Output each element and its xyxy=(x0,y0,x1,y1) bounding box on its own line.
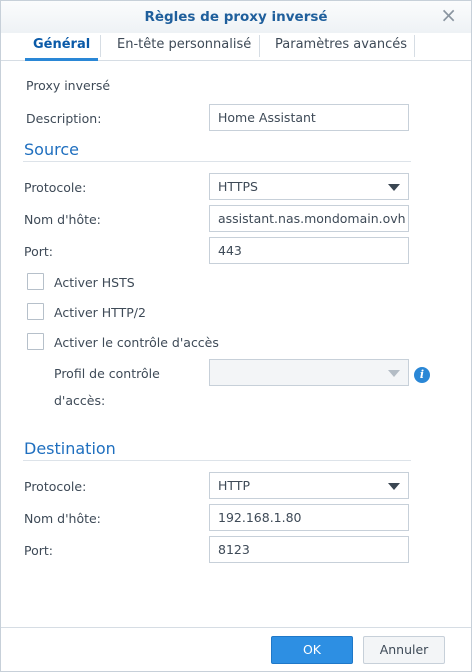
chevron-down-icon xyxy=(388,370,400,377)
source-port-label: Port: xyxy=(24,244,53,259)
source-port-field[interactable]: 443 xyxy=(209,237,409,264)
source-protocol-select[interactable]: HTTPS xyxy=(209,173,409,200)
tab-advanced-settings[interactable]: Paramètres avancés xyxy=(267,33,415,61)
tab-custom-header[interactable]: En-tête personnalisé xyxy=(109,33,259,61)
tab-separator xyxy=(259,35,260,57)
chevron-down-icon xyxy=(388,483,400,490)
tab-general[interactable]: Général xyxy=(25,33,99,61)
source-protocol-value: HTTPS xyxy=(218,179,258,194)
source-section-title: Source xyxy=(24,140,79,159)
destination-port-label: Port: xyxy=(24,543,53,558)
source-hostname-field[interactable]: assistant.nas.mondomain.ovh xyxy=(209,205,409,232)
description-label: Description: xyxy=(26,111,102,126)
reverse-proxy-dialog: Règles de proxy inversé × Général En-têt… xyxy=(0,0,472,672)
enable-access-control-checkbox[interactable] xyxy=(27,333,44,350)
destination-port-field[interactable]: 8123 xyxy=(209,536,409,563)
enable-http2-checkbox[interactable] xyxy=(27,303,44,320)
enable-hsts-label: Activer HSTS xyxy=(54,275,135,290)
destination-protocol-select[interactable]: HTTP xyxy=(209,472,409,499)
access-profile-select[interactable] xyxy=(209,359,409,386)
tab-separator xyxy=(414,35,415,57)
destination-hostname-label: Nom d'hôte: xyxy=(24,511,101,526)
ok-button[interactable]: OK xyxy=(271,636,353,664)
destination-protocol-value: HTTP xyxy=(218,478,250,493)
enable-http2-label: Activer HTTP/2 xyxy=(54,305,146,320)
info-icon[interactable]: i xyxy=(414,367,430,383)
source-hostname-label: Nom d'hôte: xyxy=(24,212,101,227)
destination-divider xyxy=(23,460,411,461)
source-protocol-label: Protocole: xyxy=(24,180,87,195)
tab-bar: Général En-tête personnalisé Paramètres … xyxy=(1,33,471,61)
access-profile-label: Profil de contrôle xyxy=(54,366,160,381)
enable-access-control-label: Activer le contrôle d'accès xyxy=(54,335,219,350)
destination-hostname-field[interactable]: 192.168.1.80 xyxy=(209,504,409,531)
tab-separator xyxy=(100,35,101,57)
footer-divider xyxy=(1,627,471,628)
destination-protocol-label: Protocole: xyxy=(24,479,87,494)
enable-hsts-checkbox[interactable] xyxy=(27,273,44,290)
cancel-button[interactable]: Annuler xyxy=(363,636,445,664)
chevron-down-icon xyxy=(388,184,400,191)
source-divider xyxy=(23,161,411,162)
access-profile-label-line2: d'accès: xyxy=(54,393,106,408)
dialog-titlebar: Règles de proxy inversé × xyxy=(1,1,471,33)
description-field[interactable]: Home Assistant xyxy=(209,104,409,131)
dialog-title: Règles de proxy inversé xyxy=(144,9,328,25)
close-icon[interactable]: × xyxy=(440,5,457,25)
destination-section-title: Destination xyxy=(24,439,116,458)
reverse-proxy-heading: Proxy inversé xyxy=(26,78,111,93)
